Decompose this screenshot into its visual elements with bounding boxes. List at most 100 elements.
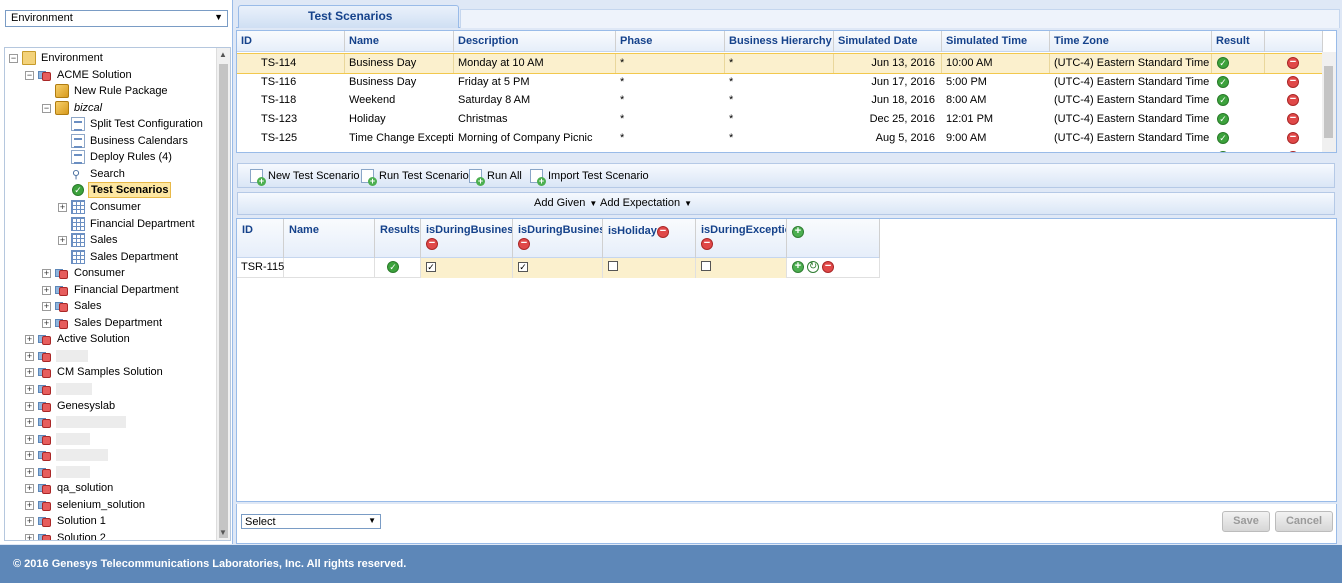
tree-node[interactable]: +: [5, 447, 216, 463]
checkbox[interactable]: [608, 261, 618, 271]
tree-node[interactable]: + Financial Department: [5, 282, 216, 298]
tree-node[interactable]: New Rule Package: [5, 83, 216, 99]
add-expectation-dropdown[interactable]: Add Expectation ▼: [600, 197, 692, 209]
details-column-header[interactable]: isDuringBusinessHours −: [513, 219, 603, 258]
expand-icon[interactable]: +: [25, 451, 34, 461]
tree-node[interactable]: − bizcal: [5, 100, 216, 116]
tree-node[interactable]: + Sales Department: [5, 315, 216, 331]
expand-icon[interactable]: +: [25, 368, 34, 378]
expand-icon[interactable]: +: [58, 202, 67, 212]
tree-node[interactable]: + Sales: [5, 232, 216, 248]
add-column-icon[interactable]: +: [792, 226, 804, 239]
grid-scrollbar[interactable]: [1322, 52, 1336, 152]
checkbox[interactable]: [701, 261, 711, 271]
scroll-up-icon[interactable]: ▲: [219, 50, 227, 59]
tree-node[interactable]: +: [5, 414, 216, 430]
table-row[interactable]: TS-118 Weekend Saturday 8 AM * * Jun 18, 2016…: [237, 91, 1323, 110]
details-column-header[interactable]: Name: [284, 219, 375, 258]
tree-node[interactable]: + CM Samples Solution: [5, 364, 216, 380]
tree-node[interactable]: ✓ Test Scenarios: [5, 182, 216, 199]
tree-node[interactable]: +: [5, 431, 216, 447]
tree-node[interactable]: + Consumer: [5, 265, 216, 281]
add-row-icon[interactable]: +: [792, 261, 804, 274]
bottom-select[interactable]: Select ▼: [241, 514, 381, 529]
tree-node[interactable]: Financial Department: [5, 216, 216, 232]
tree-node[interactable]: +: [5, 381, 216, 397]
delete-icon[interactable]: −: [1287, 75, 1299, 88]
expand-icon[interactable]: +: [25, 533, 34, 540]
expand-icon[interactable]: +: [42, 285, 51, 295]
tree-node[interactable]: + selenium_solution: [5, 497, 216, 513]
table-row[interactable]: TS-116 Business Day Friday at 5 PM * * Jun 17…: [237, 73, 1323, 92]
tree-scrollbar-thumb[interactable]: [219, 64, 228, 538]
expand-icon[interactable]: +: [25, 500, 34, 510]
import-test-scenario-button[interactable]: Import Test Scenario: [530, 168, 649, 186]
panel-splitter[interactable]: [236, 153, 1337, 159]
column-header[interactable]: Result: [1212, 31, 1265, 52]
table-row[interactable]: TS-123 Holiday Christmas * * Dec 25, 2016 12:0…: [237, 110, 1323, 129]
column-header[interactable]: Simulated Date: [834, 31, 942, 52]
remove-column-icon[interactable]: −: [518, 238, 530, 250]
tree-node[interactable]: +: [5, 464, 216, 480]
expand-icon[interactable]: +: [25, 517, 34, 527]
table-row[interactable]: TS-125 Time Change Exception Morning of Co…: [237, 129, 1323, 148]
tree-node[interactable]: +: [5, 348, 216, 364]
column-header[interactable]: Description: [454, 31, 616, 52]
delete-icon[interactable]: −: [1287, 57, 1299, 70]
tree-node[interactable]: − ACME Solution: [5, 67, 216, 83]
run-test-scenario-button[interactable]: Run Test Scenario: [361, 168, 469, 186]
add-given-dropdown[interactable]: Add Given ▼: [534, 197, 597, 209]
tree-node[interactable]: + Genesyslab: [5, 398, 216, 414]
expand-icon[interactable]: +: [25, 484, 34, 494]
expand-icon[interactable]: +: [25, 467, 34, 477]
checkbox[interactable]: ✓: [518, 262, 528, 272]
collapse-icon[interactable]: −: [42, 103, 51, 113]
save-button[interactable]: Save: [1222, 511, 1270, 532]
expand-icon[interactable]: +: [25, 335, 34, 345]
details-column-header[interactable]: isHoliday −: [603, 219, 696, 258]
expand-icon[interactable]: +: [42, 269, 51, 279]
checkbox[interactable]: ✓: [426, 262, 436, 272]
details-column-header[interactable]: ID: [237, 219, 284, 258]
run-all-button[interactable]: Run All: [469, 168, 522, 186]
tree-node[interactable]: + Solution 1: [5, 513, 216, 529]
remove-column-icon[interactable]: −: [656, 226, 669, 238]
column-header[interactable]: Business Hierarchy: [725, 31, 834, 52]
column-header[interactable]: Time Zone: [1050, 31, 1212, 52]
tree-node[interactable]: ⚲ Search: [5, 166, 216, 182]
expand-icon[interactable]: +: [25, 385, 34, 394]
tree-node[interactable]: Business Calendars: [5, 133, 216, 149]
tree-node[interactable]: Sales Department: [5, 249, 216, 265]
remove-column-icon[interactable]: −: [426, 238, 438, 250]
tree-node[interactable]: + Consumer: [5, 199, 216, 215]
expand-icon[interactable]: +: [25, 434, 34, 444]
expand-icon[interactable]: +: [25, 401, 34, 411]
expand-icon[interactable]: +: [25, 418, 34, 428]
grid-scrollbar-thumb[interactable]: [1324, 66, 1333, 138]
expand-icon[interactable]: +: [42, 318, 51, 328]
details-column-header[interactable]: isDuringBusinessHours −: [421, 219, 513, 258]
remove-column-icon[interactable]: −: [701, 238, 713, 250]
tree-node[interactable]: + Sales: [5, 298, 216, 314]
delete-icon[interactable]: −: [1287, 131, 1299, 144]
column-header[interactable]: ID: [237, 31, 345, 52]
expand-icon[interactable]: +: [25, 351, 34, 361]
refresh-icon[interactable]: ↻: [807, 261, 820, 274]
collapse-icon[interactable]: −: [9, 54, 18, 63]
column-header[interactable]: [1265, 31, 1323, 52]
tree-scrollbar[interactable]: ▲ ▼: [216, 48, 230, 540]
delete-icon[interactable]: −: [822, 261, 835, 274]
collapse-icon[interactable]: −: [25, 70, 34, 80]
tree-node[interactable]: + qa_solution: [5, 480, 216, 496]
expand-icon[interactable]: +: [42, 302, 51, 312]
tree-node[interactable]: Split Test Configuration: [5, 116, 216, 132]
tree-node[interactable]: Deploy Rules (4): [5, 149, 216, 165]
table-row[interactable]: TS-114 Business Day Monday at 10 AM * * Jun 1…: [237, 53, 1324, 74]
column-header[interactable]: Simulated Time: [942, 31, 1050, 52]
tree-node[interactable]: + Active Solution: [5, 331, 216, 347]
environment-select[interactable]: Environment ▼: [5, 10, 228, 27]
tree-node[interactable]: + Solution 2: [5, 530, 216, 540]
details-column-header[interactable]: Results: [375, 219, 421, 258]
scroll-down-icon[interactable]: ▼: [219, 528, 227, 537]
tab-test-scenarios[interactable]: Test Scenarios: [238, 5, 459, 28]
